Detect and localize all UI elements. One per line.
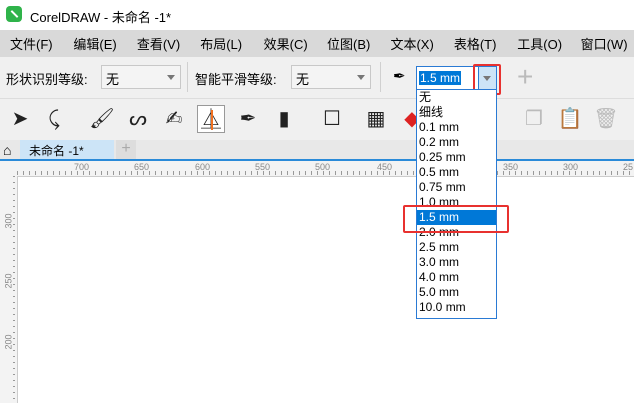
outline-width-dropdown-list: 无 细线 0.1 mm 0.2 mm 0.25 mm 0.5 mm 0.75 m… <box>416 89 497 319</box>
window-title: CorelDRAW - 未命名 -1* <box>30 10 172 25</box>
freehand-curve-icon[interactable]: ᔕ <box>124 105 152 133</box>
home-icon[interactable]: ⌂ <box>3 142 11 158</box>
menu-table[interactable]: 表格(T) <box>444 34 507 53</box>
shape-recognition-value: 无 <box>106 72 120 87</box>
coreldraw-logo-icon <box>6 6 22 22</box>
document-tab-bar: ⌂ 未命名 -1* + <box>0 140 634 161</box>
option-0-1mm[interactable]: 0.1 mm <box>417 120 496 135</box>
option-3-0mm[interactable]: 3.0 mm <box>417 255 496 270</box>
pattern-fill-icon[interactable]: ▦ <box>362 105 390 133</box>
option-0-75mm[interactable]: 0.75 mm <box>417 180 496 195</box>
ruler-ticks <box>17 171 634 175</box>
copy-icon[interactable]: ❐ <box>520 105 548 133</box>
option-hairline[interactable]: 细线 <box>417 105 496 120</box>
menu-window[interactable]: 窗口(W) <box>571 34 634 53</box>
symmetry-tool-icon[interactable]: ⏅ <box>197 105 225 133</box>
rectangle-icon[interactable]: ☐ <box>318 105 346 133</box>
divider <box>187 62 188 92</box>
delete-icon[interactable]: 🗑 <box>592 105 620 133</box>
menu-bar: 文件(F) 编辑(E) 查看(V) 布局(L) 效果(C) 位图(B) 文本(X… <box>0 30 634 57</box>
option-0-2mm[interactable]: 0.2 mm <box>417 135 496 150</box>
menu-layout[interactable]: 布局(L) <box>190 34 253 53</box>
divider <box>380 62 381 92</box>
horizontal-ruler[interactable]: 700 650 600 550 500 450 350 300 25 <box>0 161 634 176</box>
chevron-down-icon <box>357 75 365 80</box>
menu-view[interactable]: 查看(V) <box>127 34 190 53</box>
smart-smoothing-select[interactable]: 无 <box>291 65 371 89</box>
outline-width-input[interactable]: 1.5 mm <box>419 71 462 85</box>
chevron-down-icon <box>167 75 175 80</box>
menu-tools[interactable]: 工具(O) <box>507 34 570 53</box>
toolbar: ➤ ⤹ 🖌 ᔕ ✍ ⏅ ✒ ▮ ☐ ▦ ◆ ❐ 📋 🗑 <box>0 98 634 140</box>
brush-icon[interactable]: 🖌 <box>88 105 116 133</box>
smart-smoothing-value: 无 <box>296 72 310 87</box>
menu-file[interactable]: 文件(F) <box>0 34 63 53</box>
ruler-ticks <box>13 176 15 403</box>
menu-bitmaps[interactable]: 位图(B) <box>317 34 380 53</box>
drawing-canvas[interactable] <box>17 176 634 403</box>
option-5-0mm[interactable]: 5.0 mm <box>417 285 496 300</box>
smart-smoothing-label: 智能平滑等级: <box>195 72 277 87</box>
pen-nib-icon: ✒ <box>393 68 406 85</box>
paste-icon[interactable]: 📋 <box>556 105 584 133</box>
option-0-5mm[interactable]: 0.5 mm <box>417 165 496 180</box>
title-bar: CorelDRAW - 未命名 -1* <box>0 0 634 30</box>
eraser-icon[interactable]: ▮ <box>270 105 298 133</box>
pen-tool-icon[interactable]: ✒ <box>234 105 262 133</box>
option-none[interactable]: 无 <box>417 90 496 105</box>
menu-effects[interactable]: 效果(C) <box>254 34 317 53</box>
option-2-5mm[interactable]: 2.5 mm <box>417 240 496 255</box>
highlight-box <box>403 205 509 233</box>
option-0-25mm[interactable]: 0.25 mm <box>417 150 496 165</box>
shape-tool-icon[interactable]: ⤹ <box>40 105 68 133</box>
menu-edit[interactable]: 编辑(E) <box>63 34 126 53</box>
shape-recognition-label: 形状识别等级: <box>6 72 88 87</box>
property-bar: 形状识别等级: 无 智能平滑等级: 无 ✒ 1.5 mm + <box>0 57 634 98</box>
option-10-0mm[interactable]: 10.0 mm <box>417 300 496 315</box>
option-4-0mm[interactable]: 4.0 mm <box>417 270 496 285</box>
vertical-ruler[interactable]: 300 250 200 <box>0 176 17 403</box>
shape-recognition-select[interactable]: 无 <box>101 65 181 89</box>
add-preset-icon[interactable]: + <box>517 61 533 93</box>
pick-tool-icon[interactable]: ➤ <box>6 105 34 133</box>
calligraphy-icon[interactable]: ✍ <box>160 105 188 133</box>
add-tab-button[interactable]: + <box>116 140 136 159</box>
tab-document[interactable]: 未命名 -1* <box>20 140 114 159</box>
menu-text[interactable]: 文本(X) <box>380 34 443 53</box>
